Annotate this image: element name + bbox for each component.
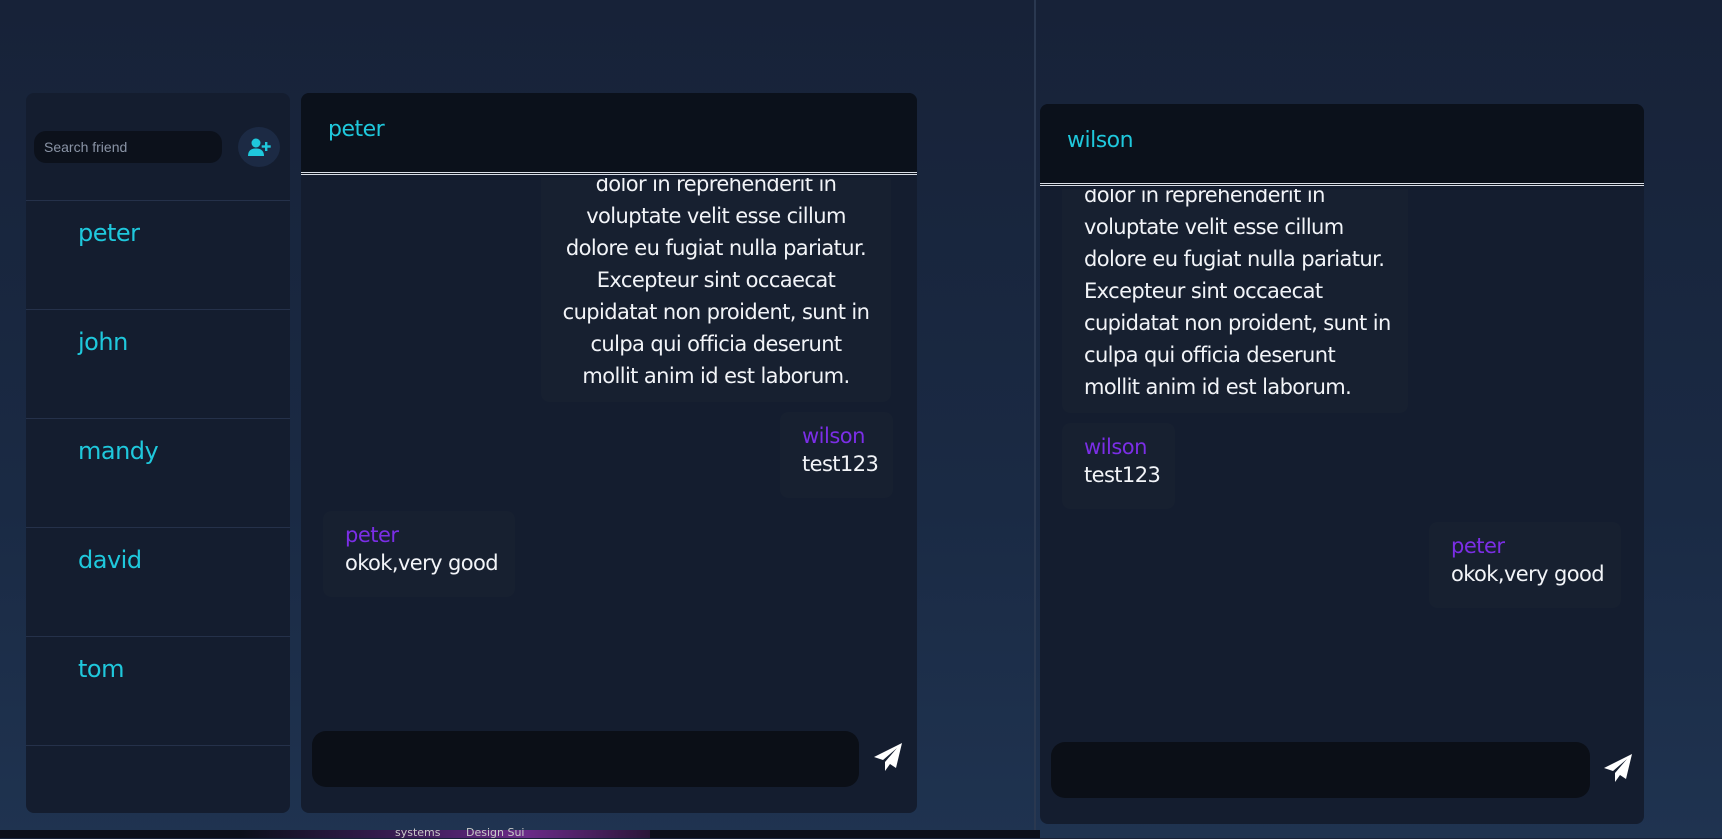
message-bubble-long: exercitation ullamco laboris nisi ut ali… <box>1062 189 1408 413</box>
search-friend-input[interactable] <box>34 131 222 163</box>
chat-title: peter <box>328 117 385 142</box>
taskbar-wallpaper <box>240 830 650 838</box>
friend-name: peter <box>78 219 140 247</box>
message-list[interactable]: exercitation ullamco laboris nisi ut ali… <box>1040 189 1644 734</box>
friend-name: tom <box>78 655 124 683</box>
paper-plane-icon <box>874 743 902 771</box>
message-sender: wilson <box>1084 435 1147 459</box>
taskbar-item[interactable]: Design Sui <box>466 826 525 839</box>
message-bubble-long: exercitation ullamco laboris nisi ut ali… <box>541 178 891 402</box>
search-row <box>26 93 290 201</box>
friend-name: david <box>78 546 142 574</box>
message-bubble-wilson: wilson test123 <box>1062 423 1175 509</box>
message-text: test123 <box>1084 463 1161 487</box>
message-text: okok,very good <box>345 551 499 575</box>
friends-sidebar: peter john mandy david tom <box>26 93 290 813</box>
window-divider <box>1034 0 1036 838</box>
friend-item-mandy[interactable]: mandy <box>26 419 290 528</box>
friend-name: mandy <box>78 437 159 465</box>
friend-list: peter john mandy david tom <box>26 201 290 746</box>
message-sender: wilson <box>802 424 865 448</box>
chat-title: wilson <box>1067 128 1134 153</box>
friend-name: john <box>78 328 128 356</box>
message-input[interactable] <box>1051 742 1590 798</box>
composer <box>301 723 917 813</box>
message-sender: peter <box>345 523 399 547</box>
friend-item-john[interactable]: john <box>26 310 290 419</box>
chat-window-peter: peter exercitation ullamco laboris nisi … <box>301 93 917 813</box>
friend-item-david[interactable]: david <box>26 528 290 637</box>
paper-plane-icon <box>1604 754 1632 782</box>
user-plus-icon <box>248 138 271 156</box>
taskbar-item[interactable]: systems <box>395 826 441 839</box>
message-text: okok,very good <box>1451 562 1605 586</box>
add-friend-button[interactable] <box>238 127 280 167</box>
message-bubble-wilson: wilson test123 <box>780 412 893 498</box>
chat-header: wilson <box>1040 104 1644 186</box>
send-button[interactable] <box>872 741 912 777</box>
message-text: exercitation ullamco laboris nisi ut ali… <box>1084 189 1391 399</box>
composer <box>1040 734 1644 824</box>
message-sender: peter <box>1451 534 1505 558</box>
chat-window-wilson: wilson exercitation ullamco laboris nisi… <box>1040 104 1644 824</box>
message-input[interactable] <box>312 731 859 787</box>
chat-header: peter <box>301 93 917 175</box>
message-list[interactable]: exercitation ullamco laboris nisi ut ali… <box>301 178 917 723</box>
message-text: exercitation ullamco laboris nisi ut ali… <box>562 178 870 388</box>
message-text: test123 <box>802 452 879 476</box>
taskbar: systems Design Sui <box>0 826 1040 839</box>
friend-item-tom[interactable]: tom <box>26 637 290 746</box>
friend-item-peter[interactable]: peter <box>26 201 290 310</box>
send-button[interactable] <box>1602 752 1642 788</box>
message-bubble-peter: peter okok,very good <box>323 511 515 597</box>
message-bubble-peter: peter okok,very good <box>1429 522 1621 608</box>
